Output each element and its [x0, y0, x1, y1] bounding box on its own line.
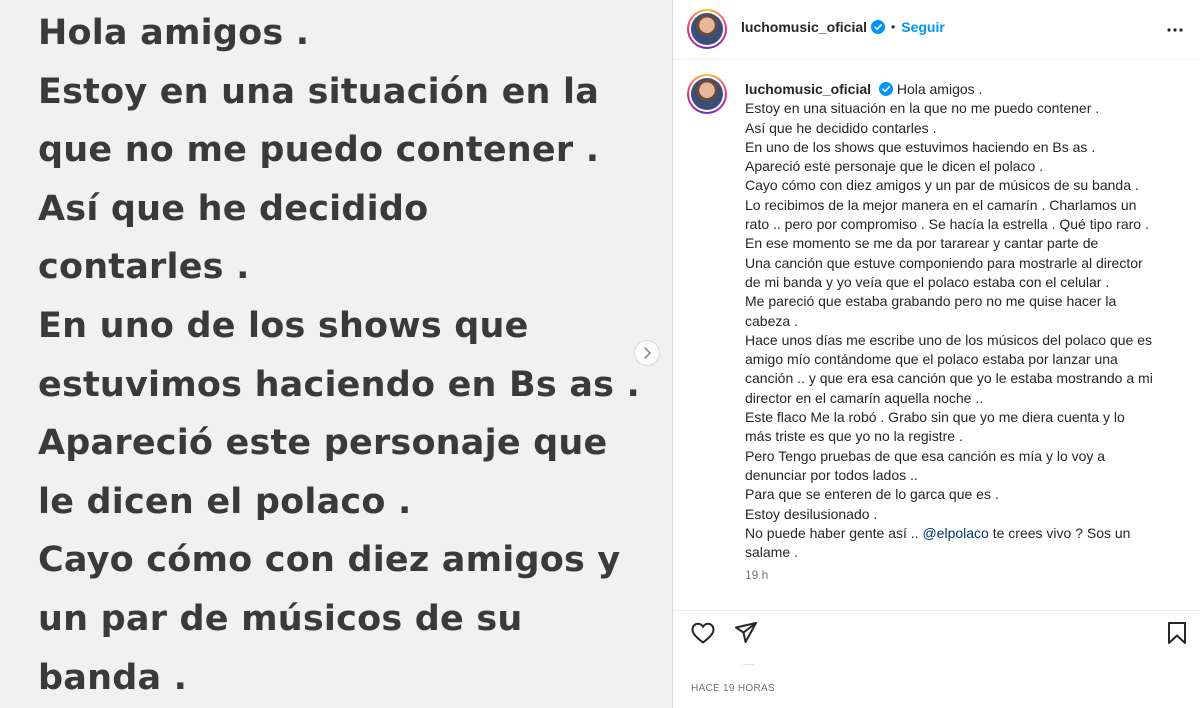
caption-text: te crees vivo ? Sos un: [988, 524, 1131, 541]
post-media[interactable]: Hola amigos . Estoy en una situación en …: [0, 0, 672, 708]
caption-avatar[interactable]: [687, 74, 727, 114]
caption-timestamp[interactable]: 19 h: [745, 568, 768, 582]
caption-line: Estoy desilusionado .: [745, 505, 878, 522]
media-line: estuvimos haciendo en Bs as .: [38, 364, 641, 405]
post-detail-panel: luchomusic_oficial • Seguir luchomusic_o…: [672, 0, 1200, 708]
caption-line: salame .: [745, 544, 798, 561]
media-text-block: Hola amigos . Estoy en una situación en …: [38, 4, 658, 707]
caption-line: más triste es que yo no la registre .: [745, 428, 963, 445]
caption-line: denunciar por todos lados ..: [745, 466, 918, 483]
verified-badge-icon: [871, 20, 886, 34]
caption-line: rato .. pero por compromiso . Se hacía l…: [745, 216, 1149, 233]
media-line: Apareció este personaje que: [38, 423, 608, 464]
caption-first-line: Hola amigos .: [896, 81, 983, 97]
caption-line: cabeza .: [745, 312, 798, 329]
more-options-button[interactable]: [1163, 18, 1187, 47]
separator-dot: •: [891, 20, 896, 34]
caption-line: Pero Tengo pruebas de que esa canción es…: [745, 447, 1106, 464]
media-line: un par de músicos de su: [38, 598, 523, 639]
divider: [743, 664, 755, 665]
media-line: Estoy en una situación en la: [38, 71, 600, 112]
caption-line: Estoy en una situación en la que no me p…: [745, 100, 1100, 117]
media-line: Así que he decidido: [38, 188, 429, 229]
caption-username[interactable]: luchomusic_oficial: [745, 81, 871, 97]
caption-line: canción .. y que era esa canción que yo …: [745, 370, 1153, 387]
caption-area: luchomusic_oficial Hola amigos . Estoy e…: [673, 60, 1200, 610]
heart-icon: [691, 622, 715, 644]
caption-line: Cayo cómo con diez amigos y un par de mú…: [745, 177, 1139, 194]
caption-line: Me pareció que estaba grabando pero no m…: [745, 293, 1117, 310]
action-bar: [673, 610, 1200, 654]
chevron-right-icon: [644, 347, 651, 359]
caption-text: No puede haber gente así ..: [745, 524, 923, 541]
caption-line: En ese momento se me da por tararear y c…: [745, 235, 1099, 252]
mention-link[interactable]: @elpolaco: [922, 525, 988, 541]
more-options-icon: [1167, 28, 1183, 32]
caption-line: amigo mío contándome que el polaco estab…: [745, 351, 1118, 368]
media-line: Cayo cómo con diez amigos y: [38, 540, 621, 581]
caption-line: Este flaco Me la robó . Grabo sin que yo…: [745, 409, 1125, 426]
caption-line: Para que se enteren de lo garca que es .: [745, 486, 999, 503]
caption-line: Apareció este personaje que le dicen el …: [745, 158, 1044, 175]
caption-line: Lo recibimos de la mejor manera en el ca…: [745, 196, 1137, 213]
next-slide-button[interactable]: [634, 340, 660, 366]
caption-line: de mi banda y yo veía que el polaco esta…: [745, 273, 1110, 290]
avatar[interactable]: [687, 9, 727, 49]
caption-line: Así que he decidido contarles .: [745, 119, 937, 136]
caption-line: En uno de los shows que estuvimos hacien…: [745, 138, 1096, 155]
media-line: le dicen el polaco .: [38, 481, 412, 522]
caption-line: Una canción que estuve componiendo para …: [745, 254, 1143, 271]
post-header: luchomusic_oficial • Seguir: [673, 0, 1200, 60]
media-line: contarles .: [38, 247, 250, 288]
share-button[interactable]: [732, 611, 760, 660]
follow-button[interactable]: Seguir: [901, 19, 945, 35]
media-line: En uno de los shows que: [38, 305, 529, 346]
media-line: que no me puedo contener .: [38, 130, 600, 171]
header-username[interactable]: luchomusic_oficial: [741, 19, 867, 35]
caption-line: Hace unos días me escribe uno de los mús…: [745, 331, 1153, 348]
media-line: banda .: [38, 657, 188, 698]
bookmark-icon: [1168, 622, 1186, 644]
like-button[interactable]: [689, 611, 717, 660]
post-time-ago[interactable]: HACE 19 HORAS: [691, 683, 775, 694]
post-caption: luchomusic_oficial Hola amigos . Estoy e…: [745, 80, 1185, 562]
media-line: Hola amigos .: [38, 13, 310, 53]
save-button[interactable]: [1165, 611, 1189, 660]
caption-line: director en el camarín aquella noche ..: [745, 389, 984, 406]
verified-badge-icon: [878, 82, 893, 96]
send-icon: [735, 622, 757, 643]
